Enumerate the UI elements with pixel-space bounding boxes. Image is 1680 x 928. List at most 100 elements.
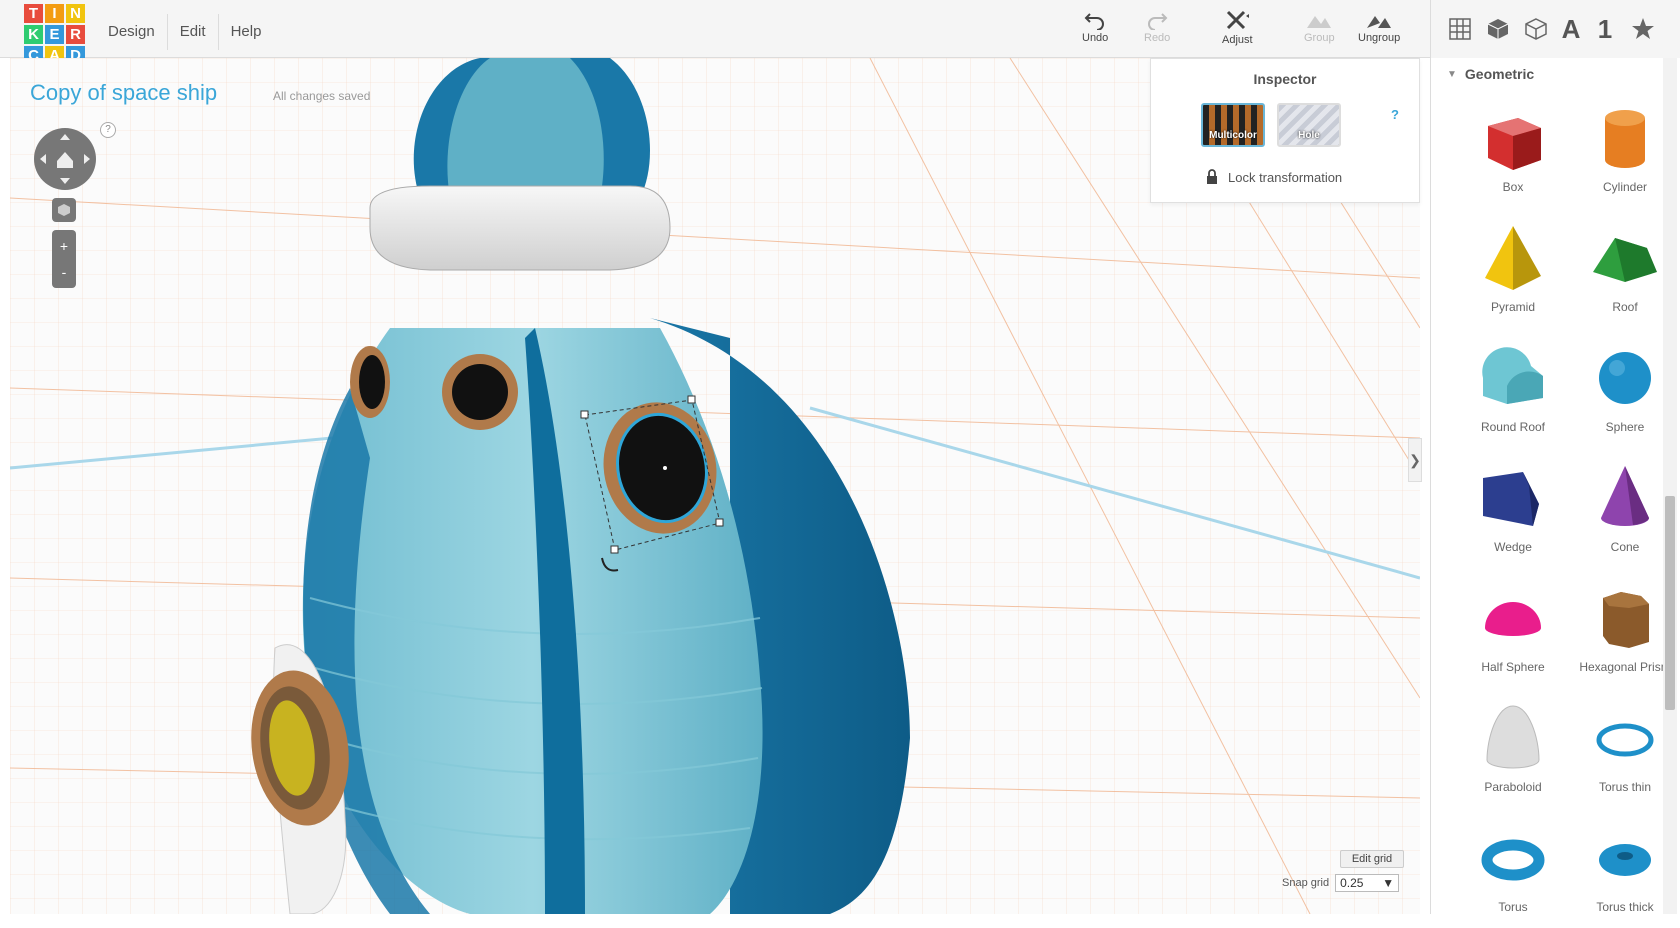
torus-thick-icon: [1599, 844, 1651, 876]
logo-letter: T: [24, 4, 43, 23]
shape-label: Torus: [1498, 900, 1528, 914]
shape-label: Round Roof: [1480, 420, 1546, 434]
collapse-sidebar-button[interactable]: ❯: [1408, 438, 1422, 482]
inspector-panel: Inspector Multicolor Hole ? Lock transfo…: [1150, 58, 1420, 203]
shape-pyramid[interactable]: Pyramid: [1458, 218, 1568, 328]
shape-wedge[interactable]: Wedge: [1458, 458, 1568, 568]
lock-icon: [1207, 169, 1217, 184]
menu-help[interactable]: Help: [219, 14, 274, 50]
orbit-arrows-icon: [40, 134, 90, 184]
zoom-control: + -: [52, 230, 76, 288]
redo-button[interactable]: Redo: [1144, 10, 1170, 44]
snap-grid-value: 0.25: [1340, 876, 1364, 890]
undo-icon: [1084, 13, 1105, 30]
triangle-down-icon: ▼: [1447, 68, 1457, 80]
redo-label: Redo: [1144, 32, 1171, 44]
shape-label: Roof: [1612, 300, 1638, 314]
shapes-sidebar: ▼ Geometric Box Cylinder Pyramid Roof Round …: [1430, 58, 1680, 914]
shape-label: Pyramid: [1490, 300, 1535, 314]
view-tabs: A 1: [1430, 0, 1680, 58]
star-icon: [1632, 18, 1654, 39]
shape-box[interactable]: Box: [1458, 98, 1568, 208]
save-status: All changes saved: [273, 89, 371, 103]
wedge-icon: [1483, 472, 1539, 526]
logo-letter: R: [66, 25, 85, 44]
zoom-out-button[interactable]: -: [62, 264, 67, 280]
adjust-label: Adjust: [1222, 34, 1253, 46]
main-menu: Design Edit Help: [96, 14, 273, 50]
shapes-tab[interactable]: [1483, 14, 1513, 44]
logo-letter: K: [24, 25, 43, 44]
menu-design[interactable]: Design: [96, 14, 168, 50]
menu-edit[interactable]: Edit: [168, 14, 219, 50]
tinkercad-logo[interactable]: TINKERCAD: [24, 4, 86, 66]
components-tab[interactable]: [1521, 14, 1551, 44]
round-roof-icon: [1482, 347, 1543, 404]
shape-paraboloid[interactable]: Paraboloid: [1458, 698, 1568, 808]
pyramid-icon: [1485, 226, 1541, 290]
grid-view-tab[interactable]: [1445, 14, 1475, 44]
shape-half-sphere[interactable]: Half Sphere: [1458, 578, 1568, 688]
group-label: Group: [1304, 32, 1335, 44]
lock-label: Lock transformation: [1228, 169, 1343, 185]
wire-cube-icon: [1525, 18, 1547, 40]
cone-icon: [1601, 466, 1649, 526]
snap-grid-select[interactable]: 0.25 ▼: [1335, 874, 1400, 892]
multicolor-swatch[interactable]: Multicolor: [1201, 103, 1265, 147]
ungroup-icon: [1367, 16, 1392, 28]
zoom-in-button[interactable]: +: [60, 238, 68, 254]
top-bar: TINKERCAD Design Edit Help Undo Redo Adj…: [0, 0, 1680, 65]
shape-label: Paraboloid: [1484, 780, 1542, 794]
sidebar-scrollbar[interactable]: [1663, 58, 1677, 914]
cube-icon: [1487, 19, 1509, 39]
shape-label: Torus thin: [1598, 780, 1652, 794]
inspector-title: Inspector: [1253, 71, 1317, 87]
adjust-icon: [1227, 10, 1250, 30]
redo-icon: [1148, 13, 1168, 30]
ungroup-button[interactable]: Ungroup: [1358, 10, 1400, 44]
torus-icon: [1481, 839, 1545, 881]
scrollbar-thumb[interactable]: [1665, 496, 1675, 710]
chevron-right-icon: ❯: [1409, 451, 1421, 468]
box-icon: [1488, 118, 1541, 170]
undo-label: Undo: [1082, 32, 1109, 44]
shape-label: Hexagonal Prism: [1579, 660, 1671, 674]
edit-grid-button[interactable]: Edit grid: [1340, 850, 1404, 868]
home-view-button[interactable]: [52, 198, 76, 222]
ungroup-label: Ungroup: [1358, 32, 1401, 44]
lock-transformation[interactable]: Lock transformation: [1206, 169, 1342, 185]
shape-label: Sphere: [1605, 420, 1645, 434]
orbit-control[interactable]: [34, 128, 96, 190]
category-geometric[interactable]: ▼ Geometric: [1447, 66, 1534, 82]
hole-swatch[interactable]: Hole: [1277, 103, 1341, 147]
hexagonal-prism-icon: [1603, 592, 1649, 648]
group-icon: [1307, 16, 1332, 28]
favorites-tab[interactable]: [1627, 14, 1659, 44]
cylinder-icon: [1605, 110, 1645, 168]
category-label: Geometric: [1464, 66, 1535, 82]
logo-letter: N: [66, 4, 85, 23]
sphere-icon: [1599, 352, 1651, 404]
undo-button[interactable]: Undo: [1082, 10, 1108, 44]
torus-thin-icon: [1596, 723, 1654, 757]
nav-help-button[interactable]: ?: [100, 122, 116, 138]
shape-torus[interactable]: Torus: [1458, 818, 1568, 928]
shape-label: Cylinder: [1602, 180, 1647, 194]
text-tab[interactable]: A: [1555, 14, 1587, 44]
adjust-button[interactable]: Adjust: [1222, 10, 1253, 46]
logo-letter: I: [45, 4, 64, 23]
grid-icon: [1449, 18, 1471, 40]
shape-label: Cone: [1610, 540, 1640, 554]
hole-label: Hole: [1298, 130, 1320, 141]
shape-round-roof[interactable]: Round Roof: [1458, 338, 1568, 448]
logo-letter: E: [45, 25, 64, 44]
inspector-help-button[interactable]: ?: [1391, 107, 1399, 122]
number-tab[interactable]: 1: [1591, 14, 1619, 44]
project-title[interactable]: Copy of space ship: [30, 80, 217, 106]
group-button[interactable]: Group: [1304, 10, 1335, 44]
shape-label: Box: [1502, 180, 1524, 194]
roof-icon: [1593, 238, 1657, 282]
shape-label: Torus thick: [1596, 900, 1654, 914]
shape-label: Half Sphere: [1481, 660, 1545, 674]
snap-grid-control: Snap grid 0.25 ▼: [1282, 874, 1400, 892]
